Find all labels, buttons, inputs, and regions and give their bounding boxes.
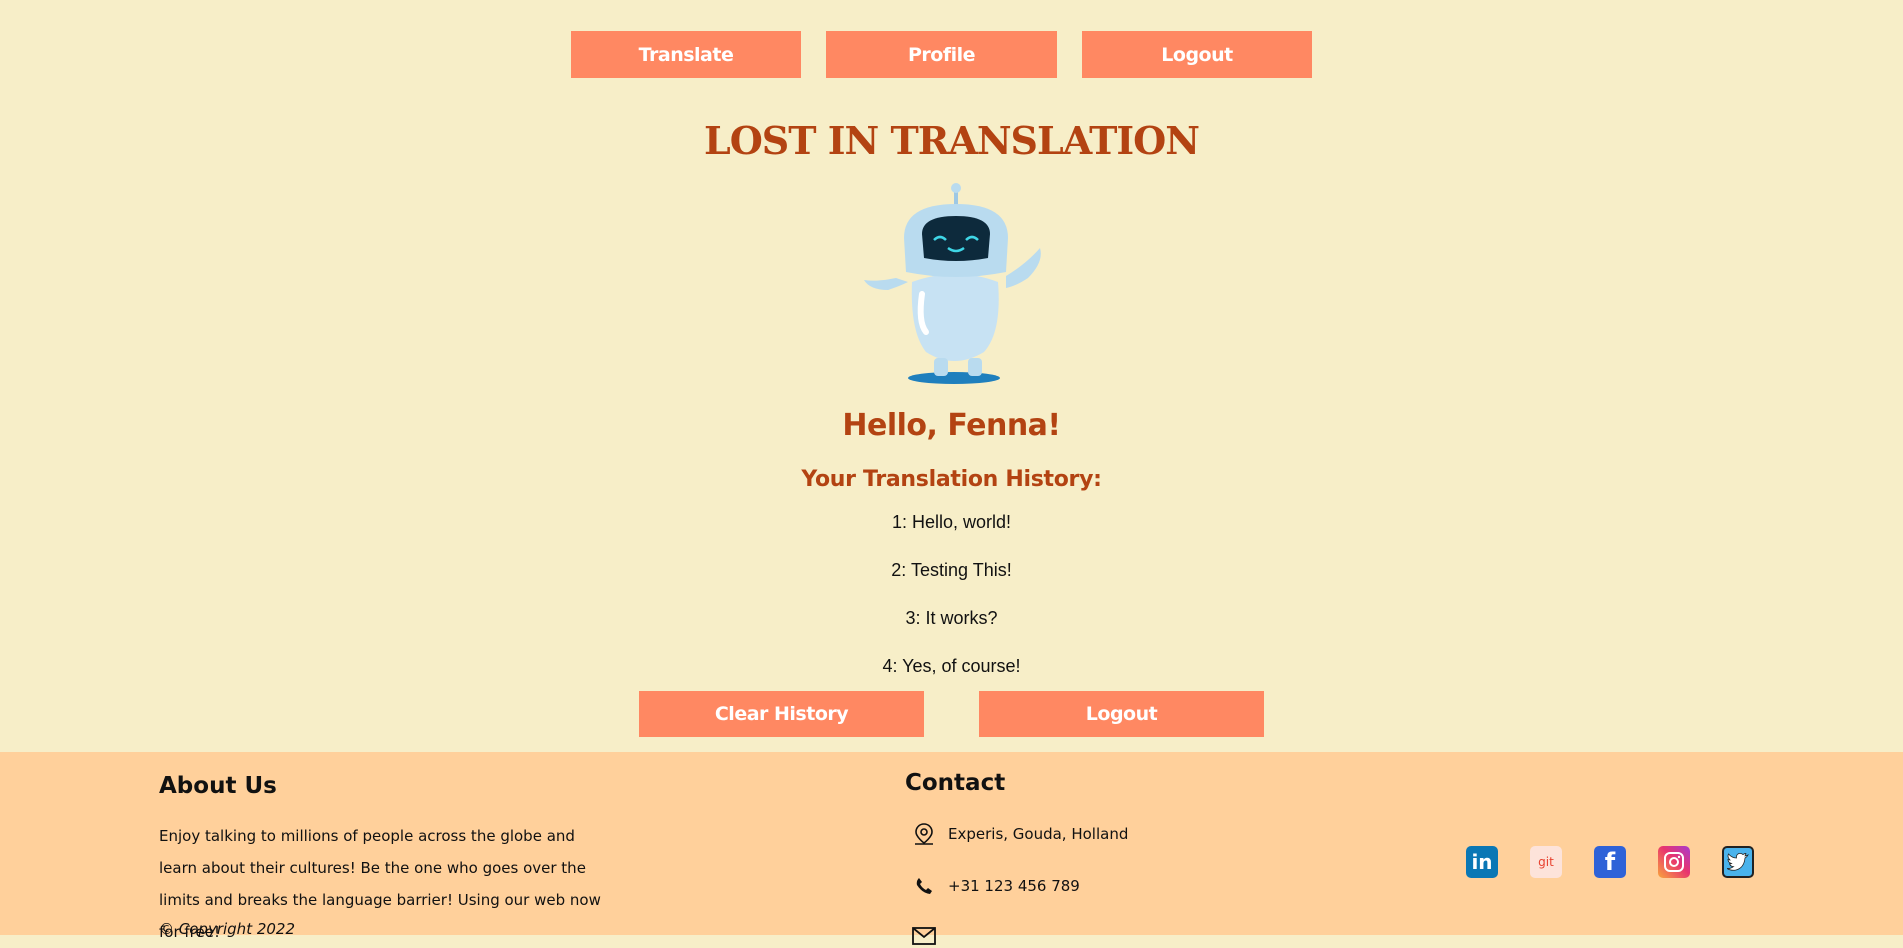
about-us-heading: About Us bbox=[159, 773, 277, 799]
footer: About Us Enjoy talking to millions of pe… bbox=[0, 752, 1903, 945]
profile-button[interactable]: Profile bbox=[826, 31, 1057, 78]
logout-bottom-button[interactable]: Logout bbox=[979, 691, 1264, 737]
history-item: 4: Yes, of course! bbox=[882, 656, 1021, 676]
history-item: 2: Testing This! bbox=[891, 560, 1012, 580]
top-nav: Translate Profile Logout bbox=[0, 31, 1903, 78]
history-item: 1: Hello, world! bbox=[891, 512, 1012, 532]
linkedin-icon[interactable]: in bbox=[1466, 846, 1498, 878]
phone-text[interactable]: +31 123 456 789 bbox=[948, 877, 1080, 895]
contact-address: Experis, Gouda, Holland bbox=[912, 822, 1128, 846]
translation-history-list: 1: Hello, world! 2: Testing This! 3: It … bbox=[0, 509, 1903, 701]
facebook-icon[interactable]: f bbox=[1594, 846, 1626, 878]
mail-icon bbox=[912, 924, 936, 948]
contact-heading: Contact bbox=[905, 770, 1006, 796]
location-pin-icon bbox=[912, 822, 936, 846]
history-item: 3: It works? bbox=[905, 608, 998, 628]
social-links: in git f bbox=[1466, 846, 1754, 878]
instagram-icon[interactable] bbox=[1658, 846, 1690, 878]
clear-history-button[interactable]: Clear History bbox=[639, 691, 924, 737]
address-text: Experis, Gouda, Holland bbox=[948, 825, 1129, 843]
twitter-icon[interactable] bbox=[1722, 846, 1754, 878]
translate-button[interactable]: Translate bbox=[571, 31, 801, 78]
contact-email bbox=[912, 924, 948, 948]
copyright-text: © Copyright 2022 bbox=[159, 920, 295, 938]
logout-button[interactable]: Logout bbox=[1082, 31, 1312, 78]
git-icon[interactable]: git bbox=[1530, 846, 1562, 878]
copyright-label: Copyright 2022 bbox=[178, 920, 296, 938]
copyright-icon: © bbox=[159, 920, 174, 938]
contact-phone: +31 123 456 789 bbox=[912, 874, 1080, 898]
history-heading: Your Translation History: bbox=[801, 467, 1102, 492]
page-title: LOST IN TRANSLATION bbox=[703, 118, 1200, 163]
robot-mascot-image bbox=[864, 183, 1041, 384]
phone-icon bbox=[912, 874, 936, 898]
greeting-heading: Hello, Fenna! bbox=[842, 408, 1061, 443]
